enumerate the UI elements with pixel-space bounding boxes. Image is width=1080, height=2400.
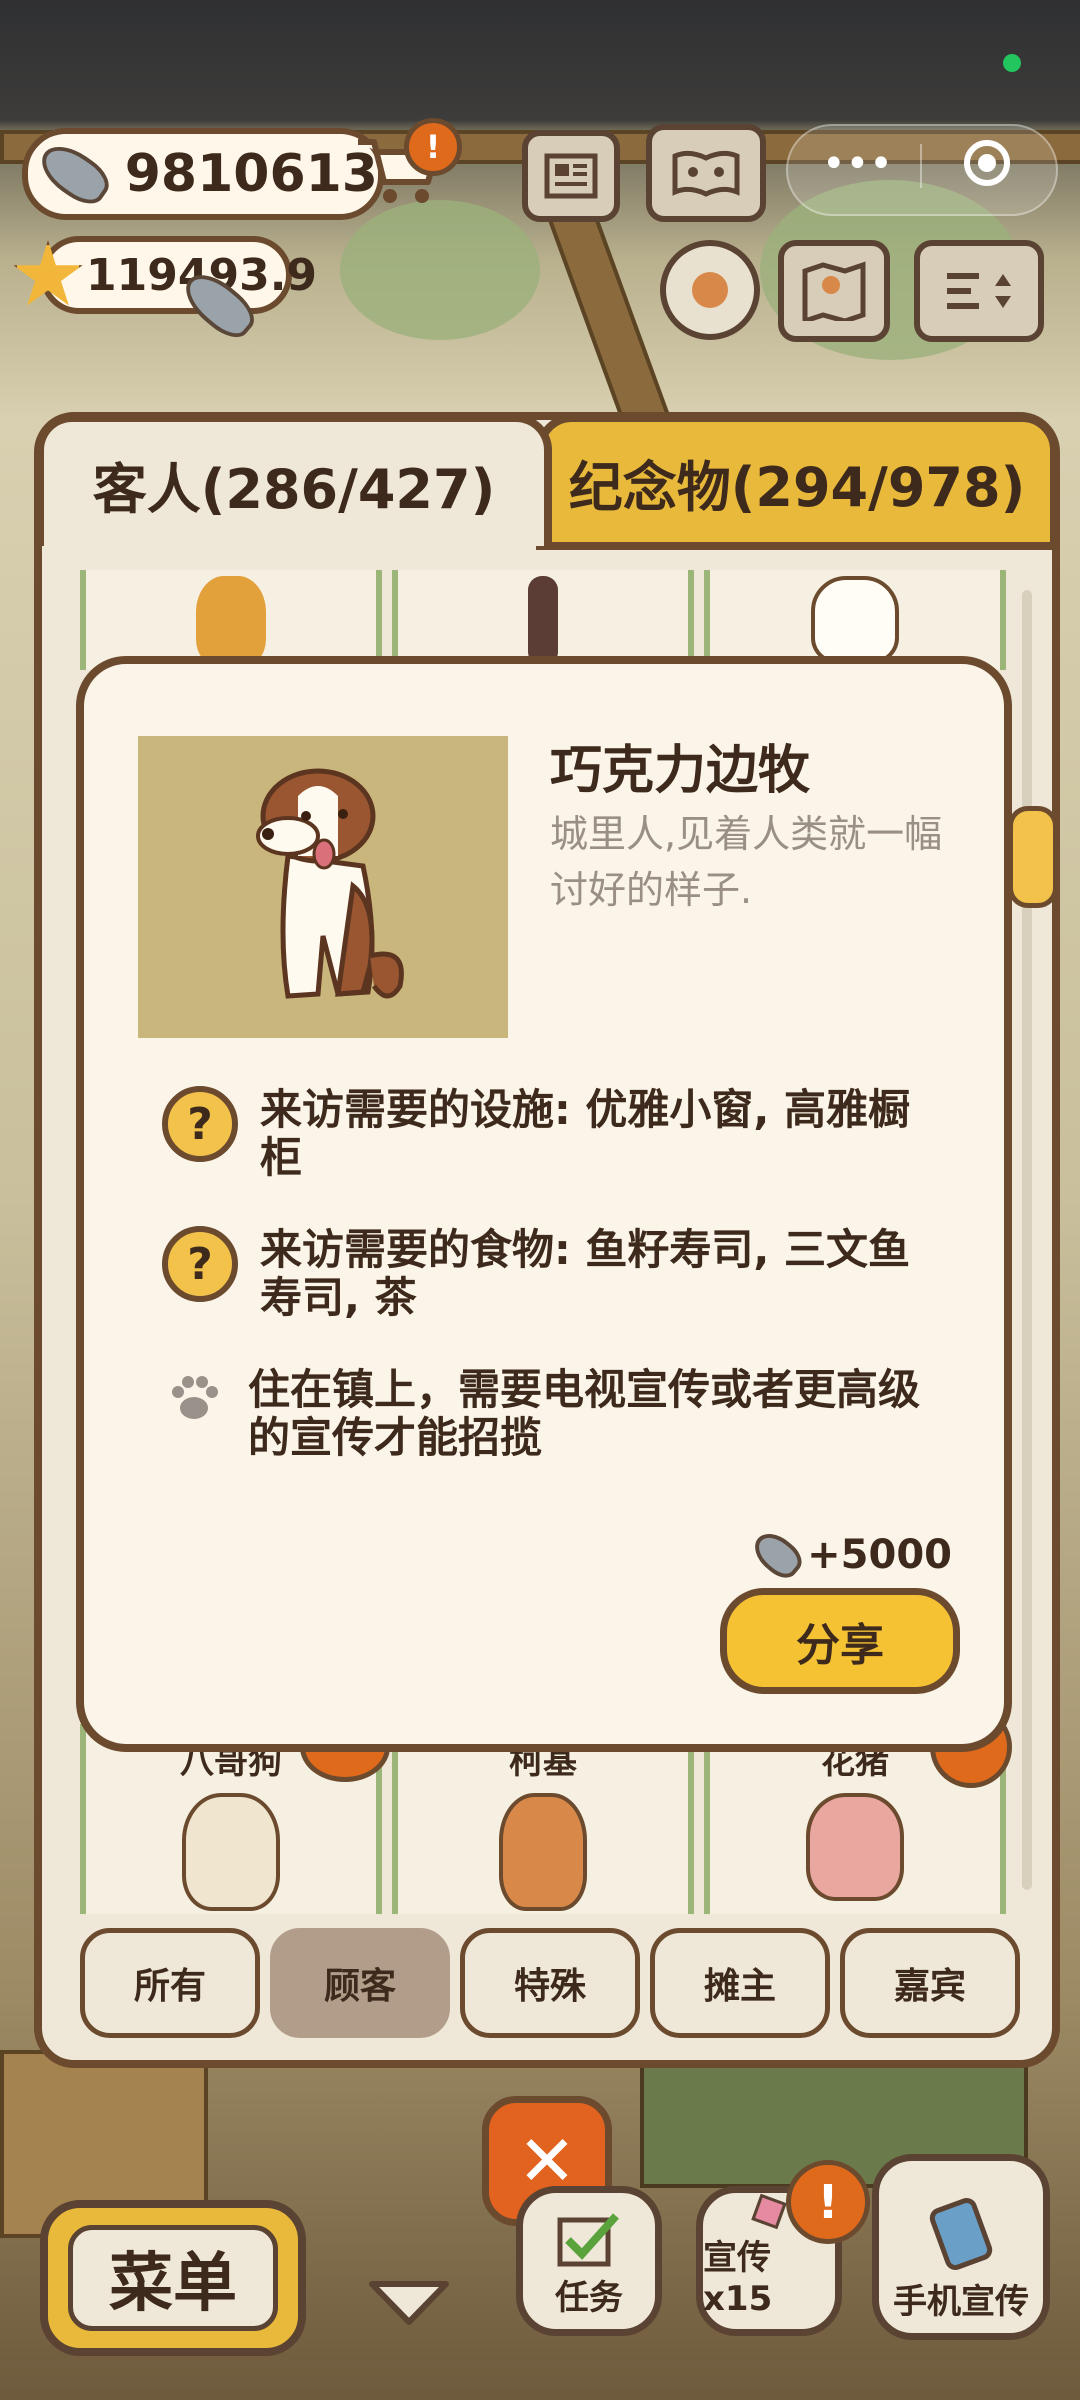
guest-description: 城里人,见着人类就一幅讨好的样子. — [550, 812, 943, 912]
phone-icon — [929, 2198, 993, 2270]
guest-grid-cell[interactable] — [704, 570, 1006, 670]
filter-vendors[interactable]: 摊主 — [650, 1928, 830, 2038]
tab-souvenirs[interactable]: 纪念物(294/978) — [536, 414, 1058, 550]
status-dot — [1003, 54, 1021, 72]
scrollbar-thumb[interactable] — [1008, 806, 1058, 908]
guest-grid-cell[interactable] — [80, 570, 382, 670]
question-icon: ? — [162, 1226, 238, 1302]
map-icon[interactable] — [778, 240, 890, 342]
share-button[interactable]: 分享 — [720, 1588, 960, 1694]
guest-grid-cell[interactable] — [392, 570, 694, 670]
filter-customers[interactable]: 顾客 — [270, 1928, 450, 2038]
guest-grid-cell[interactable]: 柯基 — [392, 1724, 694, 1914]
phone-promo-label: 手机宣传 — [893, 2282, 1029, 2322]
requirement-food: ? 来访需要的食物: 鱼籽寿司, 三文鱼寿司, 茶 — [162, 1226, 942, 1322]
dog-animal-icon — [811, 576, 899, 664]
sort-icon[interactable] — [914, 240, 1044, 342]
paw-book-icon[interactable] — [646, 124, 766, 222]
requirement-text: 来访需要的食物: 鱼籽寿司, 三文鱼寿司, 茶 — [260, 1225, 910, 1322]
menu-label: 菜单 — [68, 2225, 278, 2331]
ostrich-animal-icon — [528, 576, 558, 666]
promo-alert-badge: ! — [786, 2160, 870, 2244]
filter-bar: 所有 顾客 特殊 摊主 嘉宾 — [80, 1928, 1020, 2038]
guest-portrait — [138, 736, 508, 1038]
vine-plant — [340, 200, 540, 340]
checkbox-icon — [557, 2213, 619, 2267]
filter-guests-of-honor[interactable]: 嘉宾 — [840, 1928, 1020, 2038]
cart-alert-badge: ! — [404, 118, 462, 176]
star-currency-pill: 119493.9 — [40, 236, 317, 314]
newspaper-icon[interactable] — [522, 130, 620, 222]
pig-animal-icon — [806, 1793, 904, 1901]
more-options-icon[interactable]: ••• — [822, 144, 893, 188]
phone-promo-button[interactable]: 手机宣传 — [872, 2154, 1050, 2340]
requirement-facilities: ? 来访需要的设施: 优雅小窗, 高雅橱柜 — [162, 1086, 942, 1182]
share-reward: +5000 — [747, 1525, 952, 1585]
fish-amount: 9810613 — [124, 144, 378, 204]
corgi-animal-icon — [499, 1793, 587, 1911]
grid-scrollbar[interactable] — [1022, 590, 1032, 1890]
tab-guests[interactable]: 客人(286/427) — [36, 414, 552, 546]
tasks-button[interactable]: 任务 — [516, 2186, 662, 2336]
tasks-label: 任务 — [555, 2278, 623, 2318]
chevron-down-icon[interactable] — [366, 2278, 452, 2328]
menu-button[interactable]: 菜单 — [40, 2200, 306, 2356]
requirement-town: 住在镇上，需要电视宣传或者更高级的宣传才能招揽 — [162, 1366, 942, 1462]
close-miniprogram-icon[interactable] — [964, 140, 1010, 186]
border-collie-illustration — [256, 768, 404, 999]
filter-all[interactable]: 所有 — [80, 1928, 260, 2038]
requirement-text: 住在镇上，需要电视宣传或者更高级的宣传才能招揽 — [248, 1365, 921, 1462]
paw-icon — [162, 1366, 226, 1430]
shiba-animal-icon — [196, 576, 266, 666]
fish-currency-pill: 9810613 — [22, 128, 384, 220]
reward-amount: +5000 — [807, 1532, 952, 1578]
question-icon: ? — [162, 1086, 238, 1162]
fish-icon — [32, 135, 117, 213]
promo-label: 宣传x15 — [703, 2238, 773, 2319]
capsule-divider — [920, 144, 922, 188]
filter-special[interactable]: 特殊 — [460, 1928, 640, 2038]
fish-icon — [747, 1525, 809, 1585]
pug-animal-icon — [182, 1793, 280, 1911]
gear-icon[interactable] — [660, 240, 760, 340]
guest-name-title: 巧克力边牧 — [550, 741, 811, 801]
requirement-text: 来访需要的设施: 优雅小窗, 高雅橱柜 — [260, 1085, 910, 1182]
